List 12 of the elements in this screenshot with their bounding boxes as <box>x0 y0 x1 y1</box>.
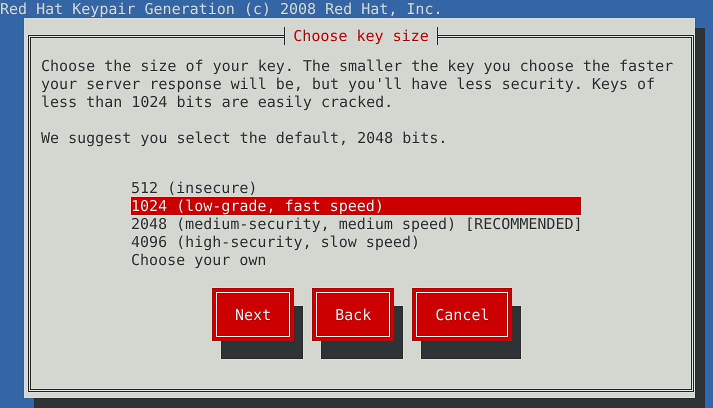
screen-title: Red Hat Keypair Generation (c) 2008 Red Hat, Inc. <box>0 0 444 18</box>
dialog-button[interactable]: Cancel <box>412 288 512 341</box>
list-option[interactable]: 2048 (medium-security, medium speed) [RECOMMENDED] <box>131 215 581 233</box>
dialog-title: Choose key size <box>284 27 438 45</box>
list-option[interactable]: 512 (insecure) <box>131 179 581 197</box>
dialog-button[interactable]: Back <box>312 288 394 341</box>
dialog-button[interactable]: Next <box>212 288 294 341</box>
list-option[interactable]: Choose your own <box>131 251 581 269</box>
dialog-paragraph: We suggest you select the default, 2048 bits. <box>41 129 448 147</box>
list-option[interactable]: 1024 (low-grade, fast speed) <box>131 197 581 215</box>
list-option[interactable]: 4096 (high-security, slow speed) <box>131 233 581 251</box>
dialog-paragraph: Choose the size of your key. The smaller the key you choose the faster your server response will be, but you'll have less security. Keys of less than 1024 bits are easily cracked. <box>41 57 674 111</box>
